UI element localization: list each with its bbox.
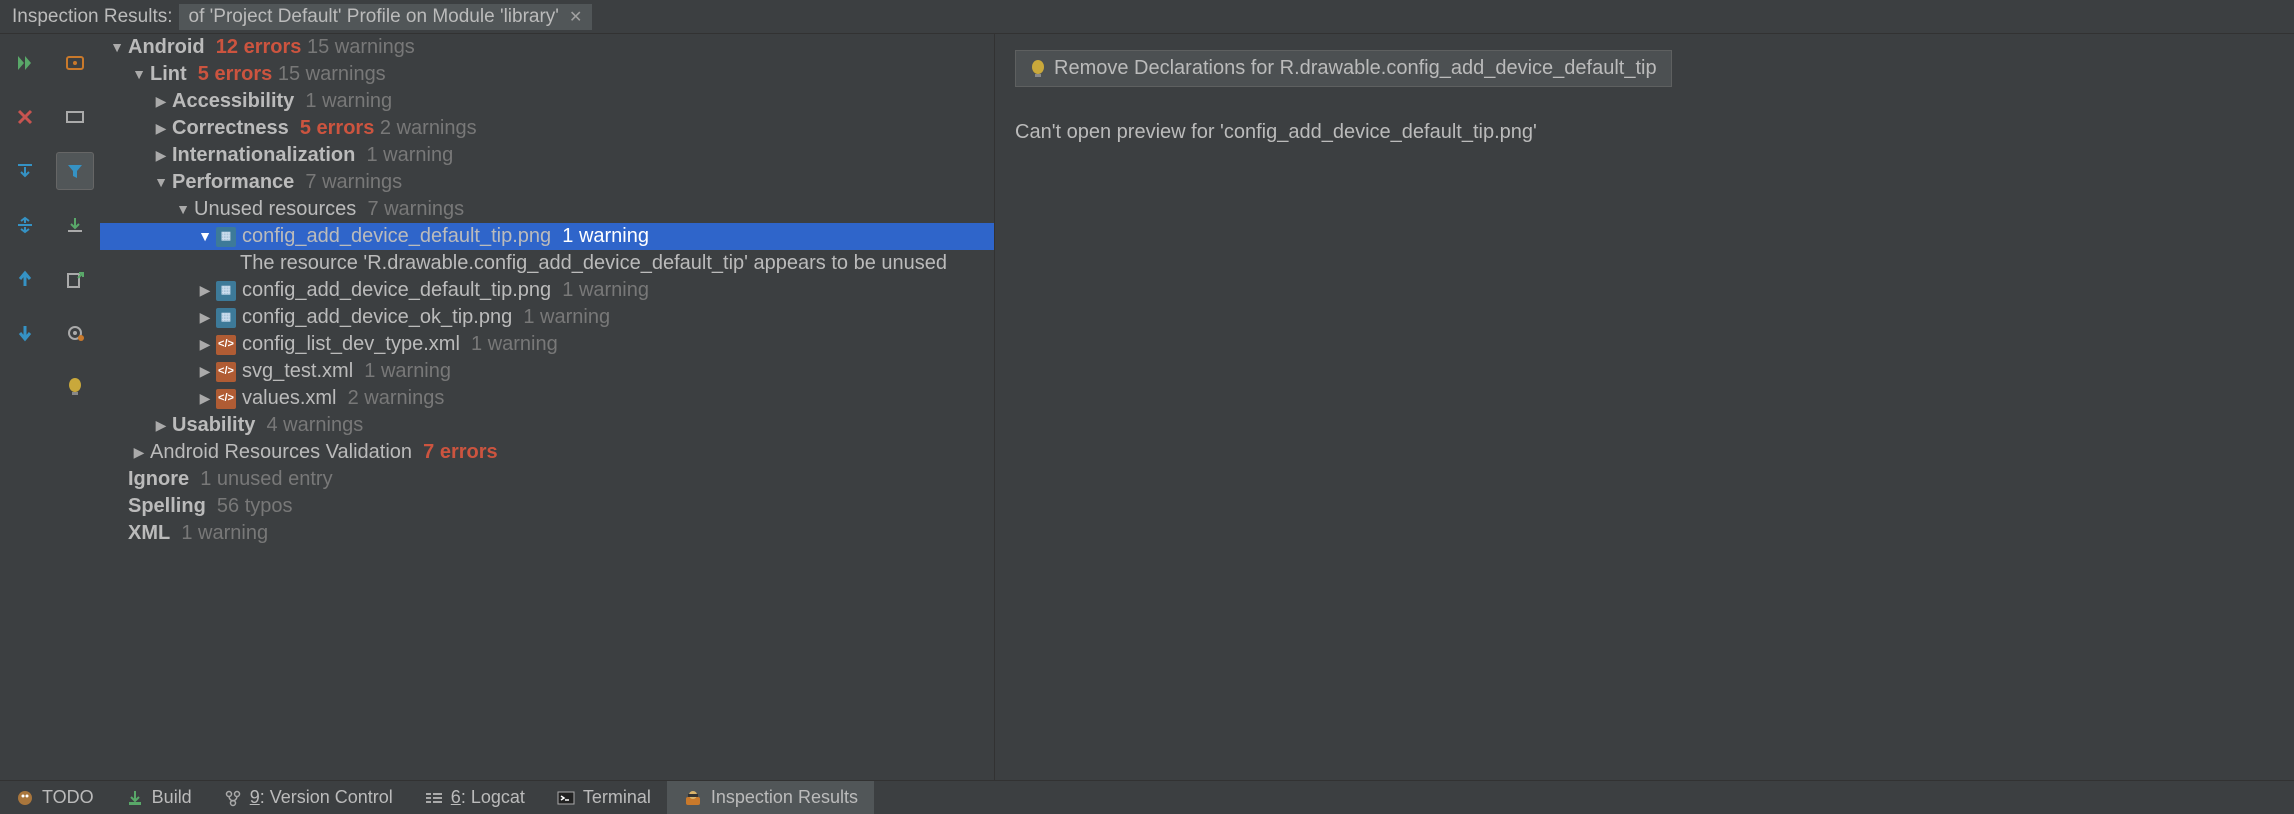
chevron-right-icon: ▶ [128, 439, 150, 466]
terminal-icon [557, 791, 575, 805]
todo-icon [16, 789, 34, 807]
node-file[interactable]: ▶</>values.xml 2 warnings [100, 385, 994, 412]
inspection-header: Inspection Results: of 'Project Default'… [0, 0, 2294, 34]
chevron-right-icon: ▶ [194, 358, 216, 385]
node-android[interactable]: ▼Android 12 errors 15 warnings [100, 34, 994, 61]
settings-icon[interactable] [56, 314, 94, 352]
node-xml[interactable]: XML 1 warning [100, 520, 994, 547]
tab-inspection-results[interactable]: Inspection Results [667, 781, 874, 814]
tab-build[interactable]: Build [110, 781, 208, 814]
bottom-toolbar: TODO Build 9: Version Control 6: Logcat … [0, 780, 2294, 814]
chevron-right-icon: ▶ [150, 412, 172, 439]
bulb-icon [1030, 59, 1046, 79]
quickfix-button[interactable]: Remove Declarations for R.drawable.confi… [1015, 50, 1672, 87]
build-icon [126, 789, 144, 807]
node-ignore[interactable]: Ignore 1 unused entry [100, 466, 994, 493]
prev-icon[interactable] [6, 260, 44, 298]
results-tree[interactable]: ▼Android 12 errors 15 warnings ▼Lint 5 e… [100, 34, 994, 780]
main-area: ▼Android 12 errors 15 warnings ▼Lint 5 e… [0, 34, 2294, 780]
chevron-down-icon: ▼ [150, 169, 172, 196]
chevron-right-icon: ▶ [194, 277, 216, 304]
chevron-right-icon: ▶ [194, 304, 216, 331]
rerun-icon[interactable] [6, 44, 44, 82]
node-file[interactable]: ▶</>config_list_dev_type.xml 1 warning [100, 331, 994, 358]
chevron-right-icon: ▶ [150, 115, 172, 142]
node-file[interactable]: ▶▦config_add_device_ok_tip.png 1 warning [100, 304, 994, 331]
suppress-icon[interactable] [56, 44, 94, 82]
branch-icon [224, 789, 242, 807]
expand-down-icon[interactable] [6, 152, 44, 190]
node-correctness[interactable]: ▶Correctness 5 errors 2 warnings [100, 115, 994, 142]
node-spelling[interactable]: Spelling 56 typos [100, 493, 994, 520]
node-accessibility[interactable]: ▶Accessibility 1 warning [100, 88, 994, 115]
image-file-icon: ▦ [216, 281, 236, 301]
close-icon[interactable]: ✕ [569, 7, 582, 27]
node-internationalization[interactable]: ▶Internationalization 1 warning [100, 142, 994, 169]
node-file[interactable]: ▶▦config_add_device_default_tip.png 1 wa… [100, 277, 994, 304]
tab-version-control[interactable]: 9: Version Control [208, 781, 409, 814]
xml-file-icon: </> [216, 362, 236, 382]
inspector-icon [683, 789, 703, 807]
profile-tab-label: of 'Project Default' Profile on Module '… [189, 6, 559, 28]
collapse-icon[interactable] [6, 206, 44, 244]
node-performance[interactable]: ▼Performance 7 warnings [100, 169, 994, 196]
header-label: Inspection Results: [6, 6, 179, 28]
preview-message: Can't open preview for 'config_add_devic… [1015, 121, 2274, 144]
chevron-right-icon: ▶ [150, 88, 172, 115]
node-android-res-validation[interactable]: ▶Android Resources Validation 7 errors [100, 439, 994, 466]
close-tool-icon[interactable] [6, 98, 44, 136]
chevron-right-icon: ▶ [194, 385, 216, 412]
detail-pane: Remove Declarations for R.drawable.confi… [994, 34, 2294, 780]
export-icon[interactable] [56, 260, 94, 298]
tab-terminal[interactable]: Terminal [541, 781, 667, 814]
chevron-right-icon: ▶ [194, 331, 216, 358]
image-file-icon: ▦ [216, 308, 236, 328]
chevron-down-icon: ▼ [106, 34, 128, 61]
node-file-selected[interactable]: ▼▦config_add_device_default_tip.png 1 wa… [100, 223, 994, 250]
xml-file-icon: </> [216, 389, 236, 409]
image-file-icon: ▦ [216, 227, 236, 247]
next-icon[interactable] [6, 314, 44, 352]
flatten-icon[interactable] [56, 98, 94, 136]
profile-tab[interactable]: of 'Project Default' Profile on Module '… [179, 4, 593, 30]
xml-file-icon: </> [216, 335, 236, 355]
chevron-down-icon: ▼ [172, 196, 194, 223]
logcat-icon [425, 791, 443, 805]
node-file[interactable]: ▶</>svg_test.xml 1 warning [100, 358, 994, 385]
node-warning-message[interactable]: The resource 'R.drawable.config_add_devi… [100, 250, 994, 277]
filter-icon[interactable] [56, 152, 94, 190]
tab-todo[interactable]: TODO [0, 781, 110, 814]
quickfix-label: Remove Declarations for R.drawable.confi… [1054, 57, 1657, 80]
chevron-down-icon: ▼ [128, 61, 150, 88]
tab-logcat[interactable]: 6: Logcat [409, 781, 541, 814]
intention-bulb-icon[interactable] [56, 368, 94, 406]
export-down-icon[interactable] [56, 206, 94, 244]
chevron-right-icon: ▶ [150, 142, 172, 169]
toolbar-gutter [0, 34, 100, 780]
chevron-down-icon: ▼ [194, 223, 216, 250]
node-usability[interactable]: ▶Usability 4 warnings [100, 412, 994, 439]
node-lint[interactable]: ▼Lint 5 errors 15 warnings [100, 61, 994, 88]
node-unused-resources[interactable]: ▼Unused resources 7 warnings [100, 196, 994, 223]
